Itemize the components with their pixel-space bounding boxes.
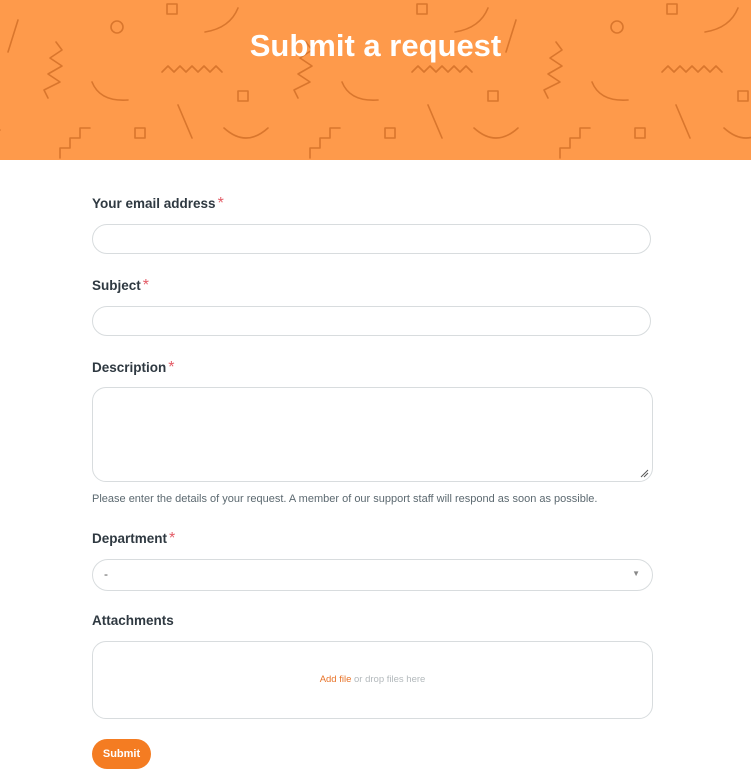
resize-handle-icon[interactable] xyxy=(640,469,649,478)
decorative-pattern xyxy=(0,3,751,159)
attachments-label: Attachments xyxy=(92,613,174,628)
department-field-group: Department * xyxy=(92,530,653,548)
required-mark: * xyxy=(169,530,176,547)
page-title: Submit a request xyxy=(249,28,502,63)
attachments-field-group: Attachments xyxy=(92,612,653,630)
department-selected-value: - xyxy=(104,567,108,581)
email-field-group: Your email address * xyxy=(92,195,653,213)
subject-input[interactable] xyxy=(92,306,651,336)
required-mark: * xyxy=(142,277,149,294)
required-mark: * xyxy=(168,359,175,376)
email-input[interactable] xyxy=(92,224,651,254)
email-label: Your email address xyxy=(92,196,216,211)
description-field-group: Description * xyxy=(92,359,653,377)
description-label: Description xyxy=(92,360,167,375)
caret-down-icon: ▼ xyxy=(632,569,640,578)
subject-field-group: Subject * xyxy=(92,277,653,295)
required-mark: * xyxy=(217,195,224,212)
attachments-dropzone[interactable]: Add file or drop files here xyxy=(92,641,653,719)
add-file-link[interactable]: Add file xyxy=(320,674,352,685)
description-hint: Please enter the details of your request… xyxy=(92,493,598,505)
department-select[interactable]: - ▼ xyxy=(92,559,653,591)
description-textarea[interactable] xyxy=(92,387,653,482)
page-header: Submit a request xyxy=(0,0,751,160)
department-label: Department xyxy=(92,531,168,546)
drop-files-text: or drop files here xyxy=(351,674,426,685)
submit-button[interactable]: Submit xyxy=(92,739,151,769)
subject-label: Subject xyxy=(92,278,141,293)
